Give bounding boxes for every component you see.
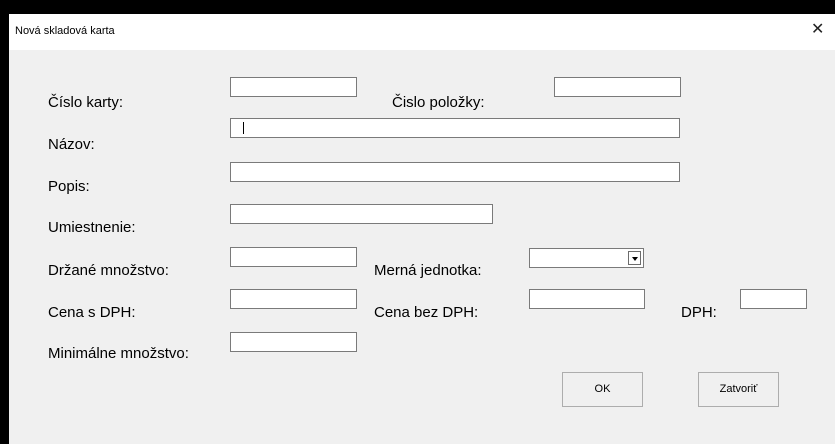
umiestnenie-label: Umiestnenie: [48, 219, 136, 236]
title-bar: Nová skladová karta ✕ [9, 14, 835, 50]
cena-bez-dph-input[interactable] [529, 289, 645, 309]
window-title: Nová skladová karta [15, 25, 115, 37]
chevron-down-icon[interactable] [628, 251, 641, 265]
nazov-input[interactable] [230, 118, 680, 138]
text-caret [243, 122, 244, 134]
close-icon[interactable]: ✕ [811, 20, 824, 40]
popis-label: Popis: [48, 178, 90, 195]
close-button[interactable]: Zatvoriť [698, 372, 779, 407]
cislo-polozky-input[interactable] [554, 77, 681, 97]
cislo-karty-input[interactable] [230, 77, 357, 97]
cena-s-dph-input[interactable] [230, 289, 357, 309]
dialog-window: Nová skladová karta ✕ Číslo karty: Čislo… [6, 14, 835, 444]
cena-s-dph-label: Cena s DPH: [48, 304, 136, 321]
nazov-label: Názov: [48, 136, 95, 153]
cislo-polozky-label: Čislo položky: [392, 94, 485, 111]
umiestnenie-input[interactable] [230, 204, 493, 224]
drzane-mnozstvo-input[interactable] [230, 247, 357, 267]
popis-input[interactable] [230, 162, 680, 182]
dph-label: DPH: [681, 304, 717, 321]
cislo-karty-label: Číslo karty: [48, 94, 124, 111]
cena-bez-dph-label: Cena bez DPH: [374, 304, 479, 321]
drzane-mnozstvo-label: Držané množstvo: [48, 262, 169, 279]
ok-button[interactable]: OK [562, 372, 643, 407]
merna-jednotka-label: Merná jednotka: [374, 262, 482, 279]
dph-input[interactable] [740, 289, 807, 309]
minimalne-mnozstvo-input[interactable] [230, 332, 357, 352]
minimalne-mnozstvo-label: Minimálne množstvo: [48, 345, 189, 362]
merna-jednotka-select[interactable] [529, 248, 644, 268]
